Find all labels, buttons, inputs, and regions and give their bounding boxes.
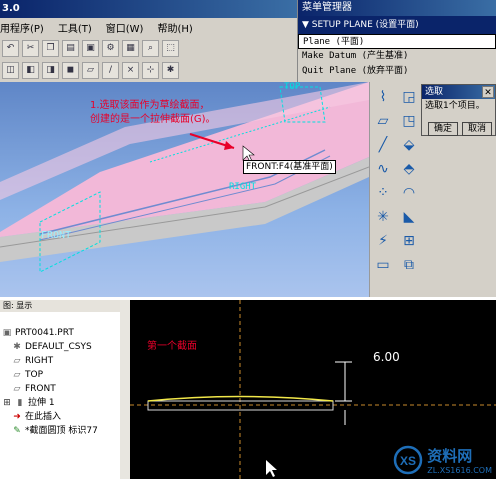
undo-icon[interactable]: ↶ [2, 39, 19, 57]
select-message: 选取1个项目。 [425, 101, 485, 111]
label-front: FRONT [41, 230, 72, 241]
extrude-icon: ▮ [17, 398, 23, 408]
menu-item-make-datum[interactable]: Make Datum (产生基准) [298, 49, 496, 64]
datum-axes-icon[interactable]: / [102, 61, 119, 79]
tree-item-top[interactable]: ▱ TOP [12, 368, 43, 382]
tree-scrollbar[interactable] [120, 300, 130, 479]
svg-text:XS: XS [400, 454, 416, 468]
feature-toolbar: ⌇ ◲ ▱ ◳ ╱ ⬙ ∿ ⬘ ⁘ ◠ ✳ ◣ ⚡ ⊞ ▭ ⧉ [369, 82, 421, 297]
model-tree: 图: 显示 ▣ PRT0041.PRT ✱ DEFAULT_CSYS ▱ RIG… [0, 300, 130, 479]
datum-plane-icon: ▱ [13, 384, 21, 394]
paste-icon[interactable]: ▤ [62, 39, 79, 57]
menu-manager: 菜单管理器 ▼ SETUP PLANE (设置平面) Plane (平面) Ma… [297, 0, 496, 82]
main-toolbar: ↶ ✂ ❐ ▤ ▣ ⚙ ▦ ⌕ ⬚ ◫ ◧ ◨ ◼ ▱ / × ⊹ ✱ [0, 36, 297, 82]
pattern-tool-icon[interactable]: ⊞ [400, 232, 418, 250]
sketch-tool-icon[interactable]: ⌇ [374, 88, 392, 106]
insert-arrow-icon: ➜ [13, 412, 21, 422]
datum-planes-icon[interactable]: ▱ [82, 61, 99, 79]
datum-axis-tool-icon[interactable]: ╱ [374, 136, 392, 154]
front-plane-tooltip: FRONT:F4(基准平面) [243, 160, 336, 174]
ok-button[interactable]: 确定 [428, 122, 458, 136]
tree-item-front[interactable]: ▱ FRONT [12, 382, 56, 396]
watermark: XS 资料网 ZL.XS1616.COM [393, 445, 492, 475]
csys-tool-icon[interactable]: ✳ [374, 208, 392, 226]
select-dialog-title: 选取 ✕ [422, 85, 495, 99]
dimension-value[interactable]: 6.00 [373, 350, 400, 364]
mirror-tool-icon[interactable]: ⧉ [400, 256, 418, 274]
tree-item-insert-here[interactable]: ➜ 在此插入 [12, 410, 61, 424]
menu-application[interactable]: 用程序(P) [0, 20, 44, 35]
datum-plane-tool-icon[interactable]: ▱ [374, 112, 392, 130]
tree-header: 图: 显示 [0, 300, 120, 312]
feature-icon: ✎ [13, 426, 21, 436]
sketch-title: 第一个截面 [147, 341, 197, 352]
csys-display-icon[interactable]: ⊹ [142, 61, 159, 79]
menu-manager-title: 菜单管理器 [298, 0, 496, 16]
window-title: 3.0 [0, 0, 297, 18]
part-icon: ▣ [2, 328, 12, 338]
menu-tools[interactable]: 工具(T) [58, 20, 92, 35]
expand-icon[interactable]: ⊞ [2, 396, 12, 410]
cut-icon[interactable]: ✂ [22, 39, 39, 57]
datum-plane-icon: ▱ [13, 370, 21, 380]
spin-center-icon[interactable]: ✱ [162, 61, 179, 79]
select-dialog: 选取 ✕ 选取1个项目。 确定 取消 [421, 84, 496, 136]
setup-plane-header[interactable]: ▼ SETUP PLANE (设置平面) [298, 16, 496, 34]
chamfer-tool-icon[interactable]: ◣ [400, 208, 418, 226]
rib-tool-icon[interactable]: ⬙ [400, 136, 418, 154]
menu-help[interactable]: 帮助(H) [157, 20, 192, 35]
datum-plane-icon: ▱ [13, 356, 21, 366]
csys-icon: ✱ [13, 342, 21, 352]
filter-icon[interactable]: ⬚ [162, 39, 179, 57]
cancel-button[interactable]: 取消 [462, 122, 492, 136]
draft-tool-icon[interactable]: ⬘ [400, 160, 418, 178]
tree-item-csys[interactable]: ✱ DEFAULT_CSYS [12, 340, 91, 354]
display-hidden-icon[interactable]: ◧ [22, 61, 39, 79]
sketch-area[interactable]: 第一个截面 6.00 XS 资料网 ZL.XS1616.COM [130, 300, 496, 479]
display-shaded-icon[interactable]: ◼ [62, 61, 79, 79]
annotation-text: 1.选取该面作为草绘截面， 创建的是一个拉伸截面(G)。 [90, 100, 216, 125]
datum-curve-tool-icon[interactable]: ∿ [374, 160, 392, 178]
xs-logo-icon: XS [394, 445, 423, 475]
datum-point-tool-icon[interactable]: ⁘ [374, 184, 392, 202]
pro-e-window: 3.0 用程序(P) 工具(T) 窗口(W) 帮助(H) ↶ ✂ ❐ ▤ ▣ ⚙… [0, 0, 496, 297]
plane-tool-icon[interactable]: ▭ [374, 256, 392, 274]
round-tool-icon[interactable]: ◠ [400, 184, 418, 202]
select-icon[interactable]: ▦ [122, 39, 139, 57]
paste-special-icon[interactable]: ▣ [82, 39, 99, 57]
menu-item-plane[interactable]: Plane (平面) [298, 34, 496, 49]
regenerate-icon[interactable]: ⚙ [102, 39, 119, 57]
tree-item-extrude[interactable]: ⊞ ▮ 拉伸 1 [2, 396, 54, 410]
menu-bar: 用程序(P) 工具(T) 窗口(W) 帮助(H) [0, 18, 297, 36]
analysis-tool-icon[interactable]: ⚡ [374, 232, 392, 250]
copy-icon[interactable]: ❐ [42, 39, 59, 57]
close-icon[interactable]: ✕ [482, 86, 494, 98]
shell-tool-icon[interactable]: ◳ [400, 112, 418, 130]
menu-item-quit-plane[interactable]: Quit Plane (放弃平面) [298, 64, 496, 79]
tree-item-section-dome[interactable]: ✎ *截面圆顶 标识77 [12, 424, 98, 438]
display-wireframe-icon[interactable]: ◫ [2, 61, 19, 79]
label-top: TOP [284, 82, 301, 92]
hole-tool-icon[interactable]: ◲ [400, 88, 418, 106]
menu-window[interactable]: 窗口(W) [106, 20, 144, 35]
label-right: RIGHT [229, 182, 257, 192]
display-no-hidden-icon[interactable]: ◨ [42, 61, 59, 79]
tree-item-part[interactable]: ▣ PRT0041.PRT [2, 326, 74, 340]
tree-item-right[interactable]: ▱ RIGHT [12, 354, 54, 368]
find-icon[interactable]: ⌕ [142, 39, 159, 57]
graphics-viewport[interactable]: 1.选取该面作为草绘截面， 创建的是一个拉伸截面(G)。 FRONT:F4(基准… [0, 82, 369, 297]
mouse-cursor [266, 460, 277, 477]
datum-points-icon[interactable]: × [122, 61, 139, 79]
